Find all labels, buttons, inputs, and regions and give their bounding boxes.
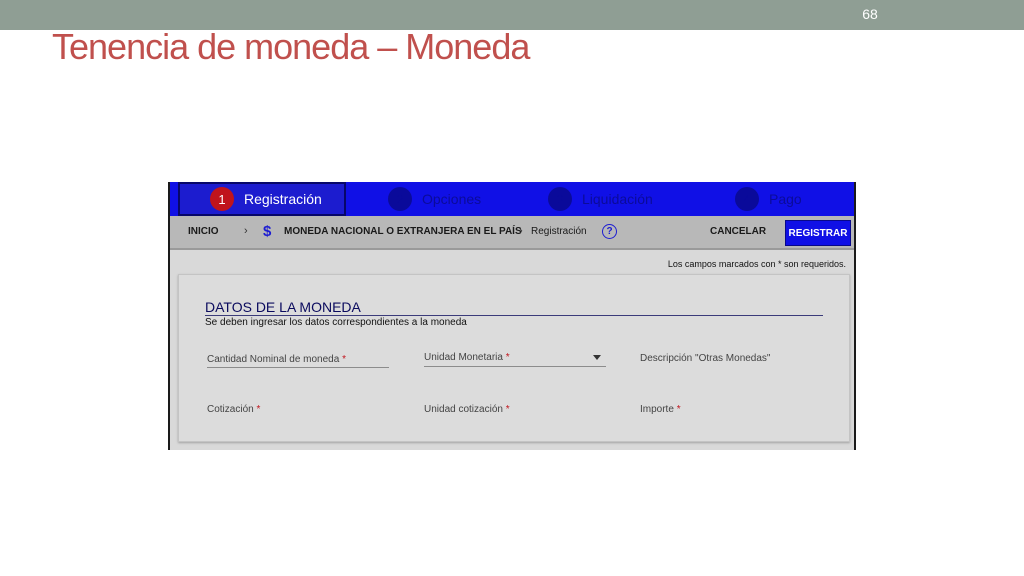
field-underline <box>424 366 606 367</box>
step-label: Registración <box>244 191 322 207</box>
breadcrumb-current: Registración <box>531 226 587 237</box>
field-label: Importe * <box>640 404 681 415</box>
breadcrumb-section-link[interactable]: MONEDA NACIONAL O EXTRANJERA EN EL PAÍS <box>284 226 522 237</box>
form-card: DATOS DE LA MONEDA Se deben ingresar los… <box>178 274 850 442</box>
step-number-badge: 4 <box>735 187 759 211</box>
step-label: Pago <box>769 191 802 207</box>
step-liquidacion[interactable]: 3 Liquidación <box>548 182 653 216</box>
breadcrumb-home-link[interactable]: INICIO <box>188 226 219 237</box>
chevron-right-icon: › <box>519 225 523 237</box>
step-number-badge: 1 <box>210 187 234 211</box>
stepper: 1 Registración 2 Opciones 3 Liquidación … <box>170 182 854 216</box>
step-number-badge: 3 <box>548 187 572 211</box>
required-fields-note: Los campos marcados con * son requeridos… <box>667 259 846 269</box>
slide-number: 68 <box>862 6 878 22</box>
field-label: Unidad cotización * <box>424 404 510 415</box>
slide-title: Tenencia de moneda – Moneda <box>52 26 530 67</box>
step-registracion[interactable]: 1 Registración <box>178 182 346 216</box>
cancel-button[interactable]: CANCELAR <box>710 226 766 237</box>
form-subtitle: Se deben ingresar los datos correspondie… <box>205 317 467 328</box>
step-opciones[interactable]: 2 Opciones <box>388 182 481 216</box>
help-icon[interactable]: ? <box>602 224 617 239</box>
step-label: Opciones <box>422 191 482 207</box>
chevron-right-icon: › <box>244 225 248 237</box>
dollar-icon: $ <box>263 223 272 240</box>
chevron-down-icon <box>593 355 601 360</box>
title-divider <box>205 315 823 316</box>
form-title: DATOS DE LA MONEDA <box>205 299 361 315</box>
app-screenshot: 1 Registración 2 Opciones 3 Liquidación … <box>168 182 856 450</box>
step-number-badge: 2 <box>388 187 412 211</box>
field-label: Cotización * <box>207 404 261 415</box>
field-underline <box>207 367 389 368</box>
field-label: Cantidad Nominal de moneda * <box>207 354 346 365</box>
field-label: Descripción "Otras Monedas" <box>640 353 771 364</box>
breadcrumb: INICIO › $ MONEDA NACIONAL O EXTRANJERA … <box>170 216 854 250</box>
register-button[interactable]: REGISTRAR <box>785 220 851 246</box>
step-pago[interactable]: 4 Pago <box>735 182 802 216</box>
field-label: Unidad Monetaria * <box>424 352 510 363</box>
step-label: Liquidación <box>582 191 653 207</box>
